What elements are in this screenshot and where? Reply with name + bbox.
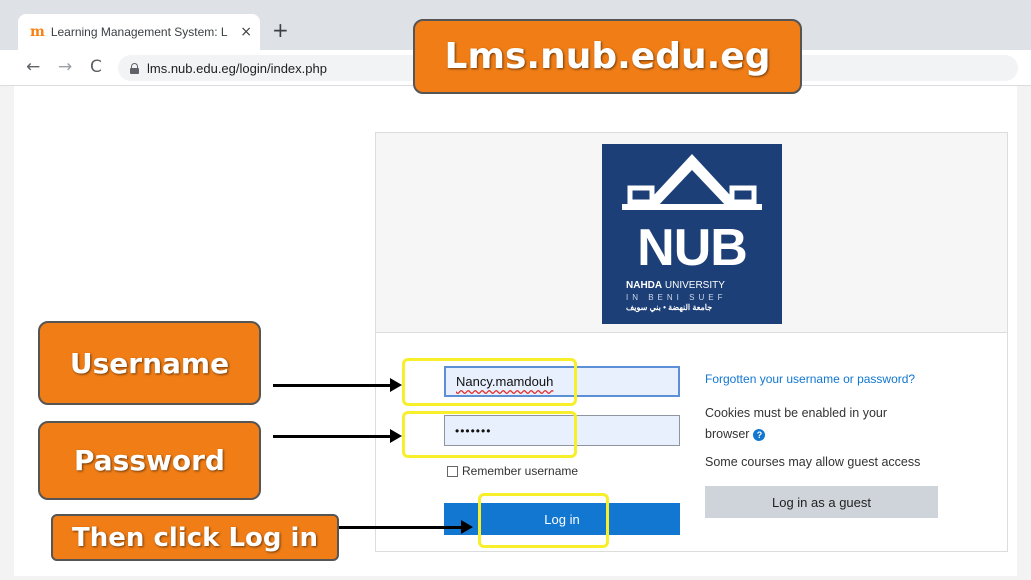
- lock-icon: [130, 62, 139, 74]
- back-arrow-icon[interactable]: ←: [26, 57, 40, 77]
- username-arrow-icon: [273, 378, 402, 392]
- logo-header: NUB NAHDA UNIVERSITY IN BENI SUEF جامعة …: [376, 133, 1007, 333]
- login-callout: Then click Log in: [51, 514, 339, 561]
- university-logo: NUB NAHDA UNIVERSITY IN BENI SUEF جامعة …: [602, 144, 782, 324]
- logo-university-name: NAHDA UNIVERSITY: [626, 280, 725, 291]
- password-callout: Password: [38, 421, 261, 500]
- cookies-notice-text: Cookies must be enabled in your browser: [705, 406, 888, 441]
- browser-tab[interactable]: m Learning Management System: L ×: [18, 14, 260, 50]
- password-highlight: [402, 411, 577, 458]
- remember-username-row[interactable]: Remember username: [447, 464, 578, 478]
- login-button-highlight: [478, 493, 609, 548]
- site-title-callout: Lms.nub.edu.eg: [413, 19, 802, 94]
- logo-location: IN BENI SUEF: [626, 293, 727, 302]
- guest-login-button[interactable]: Log in as a guest: [705, 486, 938, 518]
- close-tab-icon[interactable]: ×: [240, 24, 252, 40]
- help-icon[interactable]: ?: [753, 428, 766, 441]
- forward-arrow-icon[interactable]: →: [58, 57, 72, 77]
- remember-username-checkbox[interactable]: [447, 465, 458, 477]
- forgot-password-link[interactable]: Forgotten your username or password?: [705, 372, 915, 386]
- logo-acronym: NUB: [637, 219, 748, 277]
- url-text: lms.nub.edu.eg/login/index.php: [147, 60, 327, 76]
- login-arrow-icon: [339, 520, 473, 534]
- logo-arabic-name: جامعة النهضة • بني سويف: [626, 303, 713, 312]
- remember-username-label: Remember username: [462, 464, 579, 478]
- password-arrow-icon: [273, 429, 402, 443]
- guest-access-text: Some courses may allow guest access: [705, 455, 921, 469]
- moodle-favicon-icon: m: [30, 24, 45, 40]
- reload-icon[interactable]: C: [90, 57, 102, 77]
- username-callout: Username: [38, 321, 261, 405]
- new-tab-icon[interactable]: +: [272, 18, 289, 42]
- username-highlight: [402, 358, 577, 406]
- cookies-notice: Cookies must be enabled in your browser?: [705, 403, 925, 445]
- tab-title: Learning Management System: L: [50, 25, 228, 39]
